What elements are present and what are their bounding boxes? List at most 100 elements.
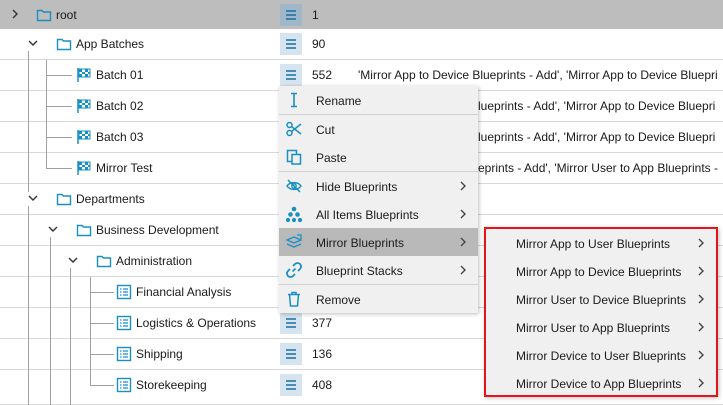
tree-guide: [70, 339, 71, 370]
item-count: 377: [312, 316, 333, 330]
tree-guide: [50, 277, 51, 308]
tree-cell: Batch 02: [0, 91, 278, 122]
hierarchy-icon: [285, 205, 303, 223]
menu-item-remove[interactable]: Remove: [279, 285, 478, 313]
tree-guide: [50, 237, 51, 246]
submenu-item-label: Mirror Device to App Blueprints: [516, 377, 682, 391]
submenu-item-mirror-device-to-user[interactable]: Mirror Device to User Blueprints: [484, 341, 718, 369]
chevron-down-icon[interactable]: [66, 253, 80, 267]
tree-guide: [90, 292, 114, 293]
tree-guide: [50, 339, 51, 370]
folder-icon: [36, 7, 52, 23]
tree-guide: [28, 277, 29, 308]
trash-icon: [285, 290, 303, 308]
menu-item-all-items-blueprints[interactable]: All Items Blueprints: [279, 200, 478, 228]
tree-cell: Departments: [0, 184, 278, 215]
row-menu-button[interactable]: [280, 4, 302, 26]
tree-label: Departments: [76, 192, 145, 206]
tree-cell: Mirror Test: [0, 153, 278, 184]
item-count: 136: [312, 347, 333, 361]
tree-label: Shipping: [136, 347, 183, 361]
link-icon: [285, 261, 303, 279]
row-menu-button[interactable]: [280, 343, 302, 365]
chevron-right-icon: [694, 320, 708, 334]
table-row[interactable]: root 1: [0, 0, 723, 31]
chevron-down-icon[interactable]: [46, 222, 60, 236]
tree-guide: [28, 153, 29, 184]
blueprint-description: 'Mirror App to Device Blueprints - Add',…: [358, 68, 718, 82]
menu-item-blueprint-stacks[interactable]: Blueprint Stacks: [279, 256, 478, 284]
tree-cell: Administration: [0, 246, 278, 277]
tree-label: root: [56, 8, 77, 22]
tree-cell: Shipping: [0, 339, 278, 370]
menu-item-label: Cut: [316, 123, 335, 137]
folder-icon: [56, 191, 72, 207]
tree-guide: [28, 215, 29, 246]
menu-item-hide-blueprints[interactable]: Hide Blueprints: [279, 172, 478, 200]
tree-cell: Storekeeping: [0, 370, 278, 405]
tree-guide: [50, 370, 51, 405]
tree-label: Financial Analysis: [136, 285, 232, 299]
tree-label: Administration: [116, 254, 193, 268]
tree-guide: [50, 308, 51, 339]
submenu-item-mirror-app-to-user[interactable]: Mirror App to User Blueprints: [484, 229, 718, 257]
tree-label: Mirror Test: [96, 161, 153, 175]
row-menu-button[interactable]: [280, 374, 302, 396]
list-document-icon: [116, 284, 132, 300]
row-menu-button[interactable]: [280, 312, 302, 334]
chevron-right-icon: [456, 179, 470, 193]
tree-guide: [28, 122, 29, 153]
tree-guide: [28, 339, 29, 370]
submenu-item-mirror-user-to-app[interactable]: Mirror User to App Blueprints: [484, 313, 718, 341]
text-cursor-icon: [285, 91, 303, 109]
menu-item-rename[interactable]: Rename: [279, 86, 478, 114]
tree-label: Logistics & Operations: [136, 316, 257, 330]
submenu-item-mirror-app-to-device[interactable]: Mirror App to Device Blueprints: [484, 257, 718, 285]
menu-item-label: Blueprint Stacks: [316, 264, 403, 278]
tree-cell: Batch 03: [0, 122, 278, 153]
menu-item-mirror-blueprints[interactable]: Mirror Blueprints: [279, 228, 478, 256]
list-document-icon: [116, 315, 132, 331]
menu-item-label: Rename: [316, 94, 362, 108]
submenu-item-label: Mirror App to Device Blueprints: [516, 265, 682, 279]
tree-guide: [50, 246, 51, 277]
menu-item-cut[interactable]: Cut: [279, 115, 478, 143]
chevron-right-icon[interactable]: [8, 7, 22, 21]
tree-cell: Financial Analysis: [0, 277, 278, 308]
tree-cell: Logistics & Operations: [0, 308, 278, 339]
blueprint-description: lueprints - Add', 'Mirror App to Device …: [478, 99, 716, 113]
blueprint-description: lueprints - Add', 'Mirror App to Device …: [478, 130, 716, 144]
tree-cell: App Batches: [0, 29, 278, 60]
menu-item-label: Hide Blueprints: [316, 180, 398, 194]
tree-label: App Batches: [76, 37, 145, 51]
tree-label: Storekeeping: [136, 378, 207, 392]
menu-item-paste[interactable]: Paste: [279, 143, 478, 171]
chevron-right-icon: [694, 236, 708, 250]
folder-icon: [56, 36, 72, 52]
submenu-item-label: Mirror Device to User Blueprints: [516, 349, 687, 363]
tree-guide: [46, 106, 72, 107]
submenu-item-mirror-device-to-app[interactable]: Mirror Device to App Blueprints: [484, 369, 718, 397]
tree-guide: [46, 168, 72, 169]
chevron-right-icon: [456, 263, 470, 277]
row-menu-button[interactable]: [280, 64, 302, 86]
tree-label: Batch 01: [96, 68, 144, 82]
tree-guide: [46, 137, 72, 138]
tree-guide: [28, 91, 29, 122]
tree-guide: [70, 277, 71, 308]
mirror-icon: [285, 233, 303, 251]
row-menu-button[interactable]: [280, 33, 302, 55]
chevron-down-icon[interactable]: [26, 191, 40, 205]
tree-guide: [70, 370, 71, 405]
tree-guide: [90, 323, 114, 324]
tree-guide: [28, 60, 29, 91]
item-count: 552: [312, 68, 333, 82]
tree-guide: [28, 51, 29, 60]
tree-guide: [28, 246, 29, 277]
table-row[interactable]: App Batches 90: [0, 29, 723, 60]
tree-guide: [46, 75, 72, 76]
submenu-item-mirror-user-to-device[interactable]: Mirror User to Device Blueprints: [484, 285, 718, 313]
chevron-down-icon[interactable]: [26, 36, 40, 50]
checkered-flag-icon: [76, 67, 92, 83]
item-count: 90: [312, 37, 326, 51]
